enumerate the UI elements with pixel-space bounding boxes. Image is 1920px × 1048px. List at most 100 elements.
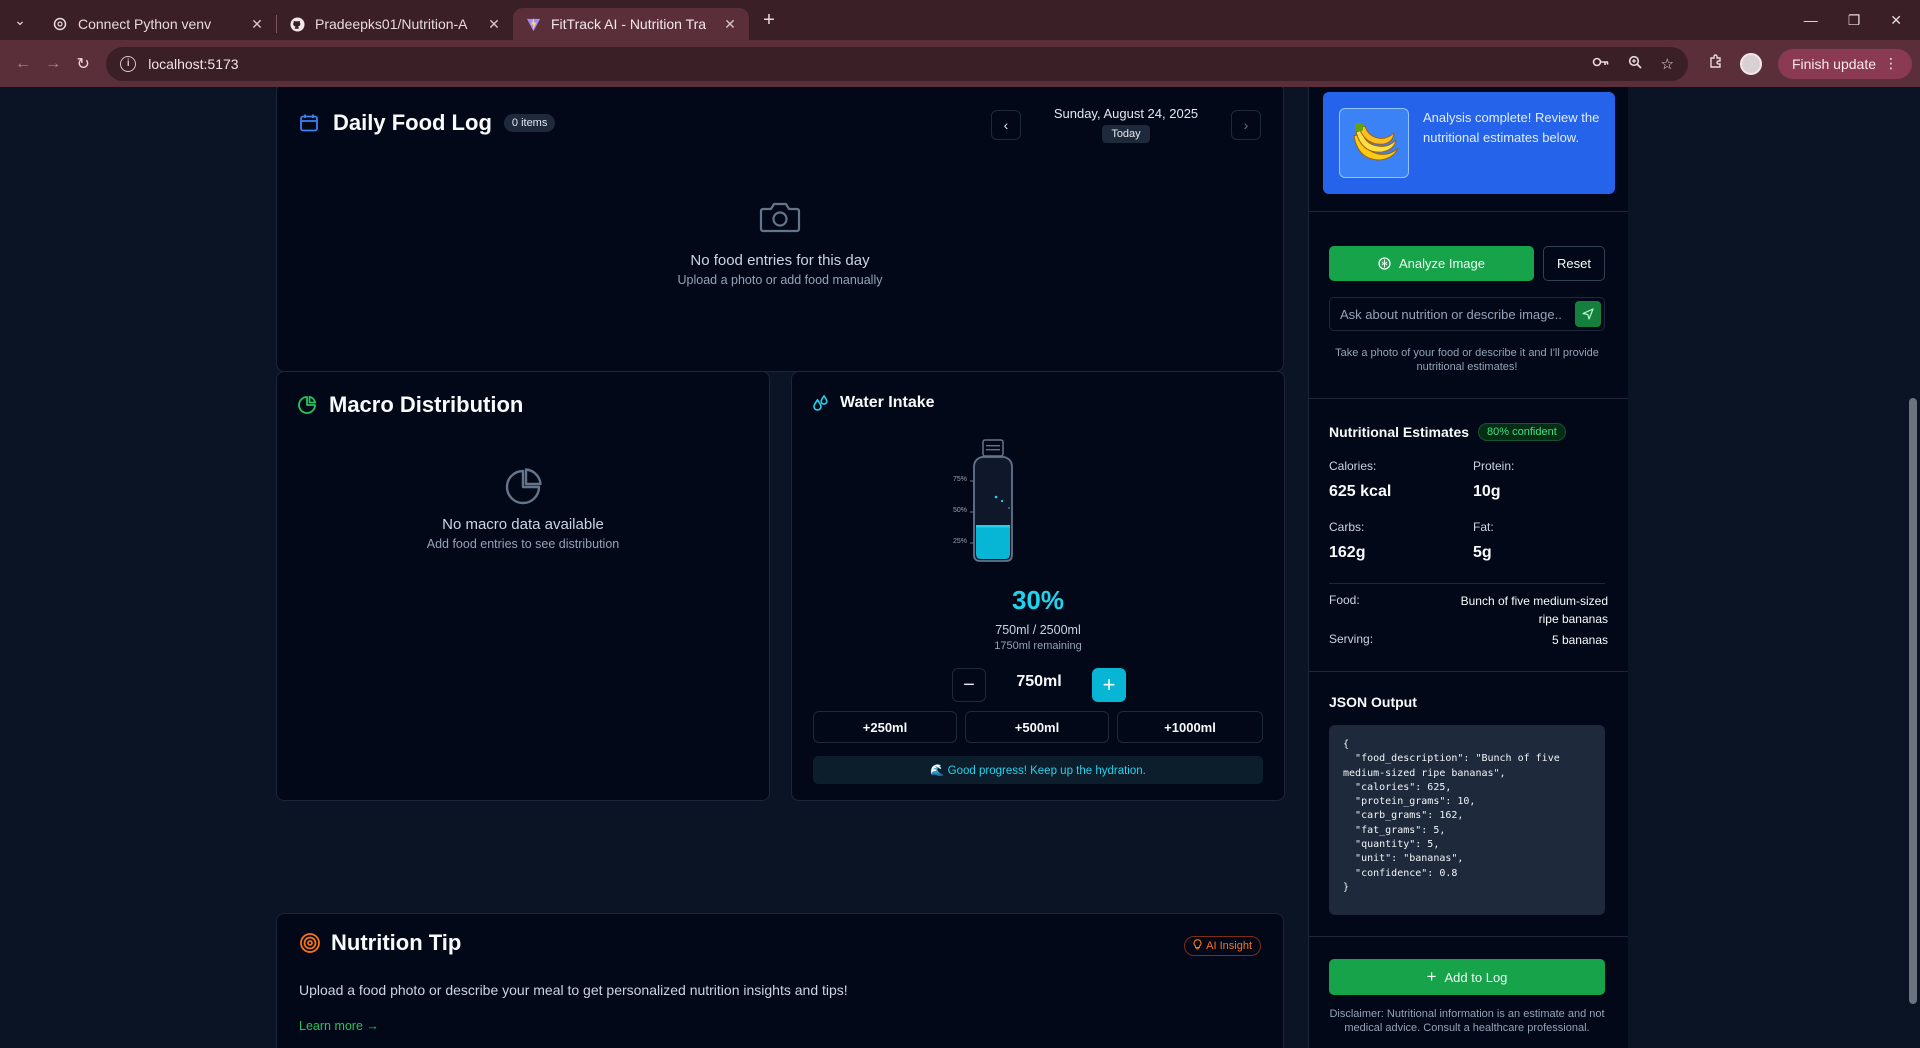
scrollbar-thumb[interactable]: [1909, 398, 1917, 1004]
uploaded-food-image[interactable]: [1339, 108, 1409, 178]
ai-insight-badge: AI Insight: [1184, 936, 1261, 956]
next-day-button[interactable]: ›: [1231, 109, 1261, 140]
chevron-right-icon: ›: [1243, 116, 1249, 133]
vite-icon: [525, 16, 541, 32]
plus-icon: +: [1102, 672, 1116, 697]
calories-value: 625 kcal: [1329, 483, 1392, 500]
url-text[interactable]: localhost:5173: [148, 56, 1592, 72]
quick-add-250-button[interactable]: +250ml: [813, 711, 957, 743]
reload-icon[interactable]: ↻: [68, 47, 98, 81]
fat-value: 5g: [1473, 544, 1492, 561]
divider: [1309, 671, 1628, 672]
minimize-icon[interactable]: —: [1804, 12, 1818, 28]
pie-chart-empty-icon: [277, 466, 769, 508]
carbs-label: Carbs:: [1329, 520, 1365, 534]
tip-text: Upload a food photo or describe your mea…: [299, 982, 848, 998]
learn-more-link[interactable]: Learn more →: [299, 1019, 379, 1033]
forward-arrow-icon[interactable]: →: [38, 47, 68, 81]
serving-value: 5 bananas: [1551, 633, 1608, 647]
json-output-text: { "food_description": "Bunch of five med…: [1343, 739, 1560, 893]
calories-label: Calories:: [1329, 459, 1377, 473]
window-controls: — ❐ ✕: [1804, 12, 1920, 29]
site-info-icon[interactable]: i: [120, 55, 137, 72]
bookmark-star-icon[interactable]: ☆: [1660, 55, 1673, 73]
chat-input-field[interactable]: [1329, 297, 1605, 331]
analysis-status-text: Analysis complete! Review the nutritiona…: [1423, 110, 1600, 145]
divider: [1309, 398, 1628, 399]
maximize-icon[interactable]: ❐: [1848, 12, 1861, 29]
fat-label: Fat:: [1473, 520, 1494, 534]
nutritional-estimates-header: Nutritional Estimates 80% confident: [1329, 423, 1566, 441]
json-output-title: JSON Output: [1329, 694, 1417, 710]
macro-distribution-card: Macro Distribution No macro data availab…: [276, 371, 770, 801]
pie-chart-icon: [297, 395, 317, 415]
analyze-image-button[interactable]: Analyze Image: [1329, 246, 1534, 281]
water-stepper: − 750ml +: [952, 665, 1126, 702]
page-scrollbar[interactable]: [1906, 87, 1920, 1048]
camera-icon: [277, 200, 1283, 234]
browser-toolbar: ← → ↻ i localhost:5173 ☆ Finish update ⋮: [0, 40, 1920, 87]
items-count-badge: 0 items: [503, 114, 556, 132]
profile-avatar[interactable]: [1739, 52, 1762, 75]
close-icon[interactable]: ✕: [248, 15, 266, 33]
tab-title: FitTrack AI - Nutrition Tra: [551, 16, 707, 32]
ai-analysis-panel: Analysis complete! Review the nutritiona…: [1308, 87, 1628, 1048]
nutrition-tip-card: Nutrition Tip AI Insight Upload a food p…: [276, 913, 1284, 1048]
divider: [1309, 936, 1628, 937]
tab-connect-python-venv[interactable]: Connect Python venv ✕: [40, 8, 276, 40]
tab-title: Connect Python venv: [78, 16, 212, 32]
extensions-icon[interactable]: [1708, 53, 1724, 74]
food-log-empty-subtitle: Upload a photo or add food manually: [677, 273, 883, 287]
banana-image: [1353, 123, 1399, 161]
prev-day-button[interactable]: ‹: [991, 109, 1021, 140]
carbs-value: 162g: [1329, 544, 1366, 561]
add-to-log-label: Add to Log: [1444, 969, 1508, 985]
current-date: Sunday, August 24, 2025: [1053, 106, 1199, 121]
close-icon[interactable]: ✕: [721, 15, 739, 33]
macro-empty-subtitle: Add food entries to see distribution: [426, 537, 620, 551]
food-label: Food:: [1329, 593, 1360, 607]
quick-add-500-button[interactable]: +500ml: [965, 711, 1109, 743]
tab-fittrack[interactable]: FitTrack AI - Nutrition Tra ✕: [513, 8, 749, 40]
lightbulb-icon: [1193, 939, 1202, 953]
address-bar[interactable]: i localhost:5173 ☆: [106, 46, 1688, 81]
calendar-icon: [299, 113, 319, 133]
add-to-log-button[interactable]: + Add to Log: [1329, 959, 1605, 995]
back-arrow-icon[interactable]: ←: [8, 47, 38, 81]
ai-insight-label: AI Insight: [1206, 940, 1252, 952]
zoom-icon[interactable]: [1628, 55, 1643, 73]
close-icon[interactable]: ✕: [485, 15, 503, 33]
reset-label: Reset: [1557, 256, 1591, 271]
tick-50: 50%: [953, 507, 968, 514]
brain-icon: [1378, 257, 1391, 270]
date-navigator: ‹ Sunday, August 24, 2025 Today ›: [991, 106, 1261, 143]
decrease-water-button[interactable]: −: [952, 668, 986, 702]
hydration-message-text: 🌊 Good progress! Keep up the hydration.: [930, 765, 1146, 777]
target-icon: [299, 932, 321, 954]
finish-update-button[interactable]: Finish update ⋮: [1777, 48, 1912, 79]
macro-empty-title: No macro data available: [442, 516, 604, 533]
reset-button[interactable]: Reset: [1543, 246, 1605, 281]
food-log-title: Daily Food Log: [333, 110, 492, 135]
send-button[interactable]: [1575, 301, 1601, 327]
quick-add-500-label: +500ml: [1014, 719, 1060, 735]
water-bottle: 75% 50% 25%: [952, 437, 1032, 567]
water-percent: 30%: [1011, 585, 1065, 615]
tab-search-chevron-icon[interactable]: ⌄: [0, 0, 40, 40]
macro-empty-state: No macro data available Add food entries…: [277, 466, 769, 551]
serving-label: Serving:: [1329, 632, 1374, 646]
droplets-icon: [812, 394, 830, 412]
password-key-icon[interactable]: [1592, 55, 1610, 72]
food-value: Bunch of five medium-sized ripe bananas: [1460, 594, 1608, 626]
new-tab-button[interactable]: +: [753, 4, 785, 36]
chat-input[interactable]: [1340, 298, 1562, 330]
increase-water-button[interactable]: +: [1092, 668, 1126, 702]
chevron-left-icon: ‹: [1003, 116, 1009, 133]
today-badge[interactable]: Today: [1102, 125, 1150, 143]
confidence-badge: 80% confident: [1478, 423, 1566, 441]
food-log-empty-title: No food entries for this day: [690, 252, 870, 269]
tab-github-nutrition[interactable]: Pradeepks01/Nutrition-A ✕: [277, 8, 513, 40]
close-window-icon[interactable]: ✕: [1890, 12, 1902, 29]
quick-add-1000-button[interactable]: +1000ml: [1117, 711, 1263, 743]
json-output-box: { "food_description": "Bunch of five med…: [1329, 725, 1605, 915]
